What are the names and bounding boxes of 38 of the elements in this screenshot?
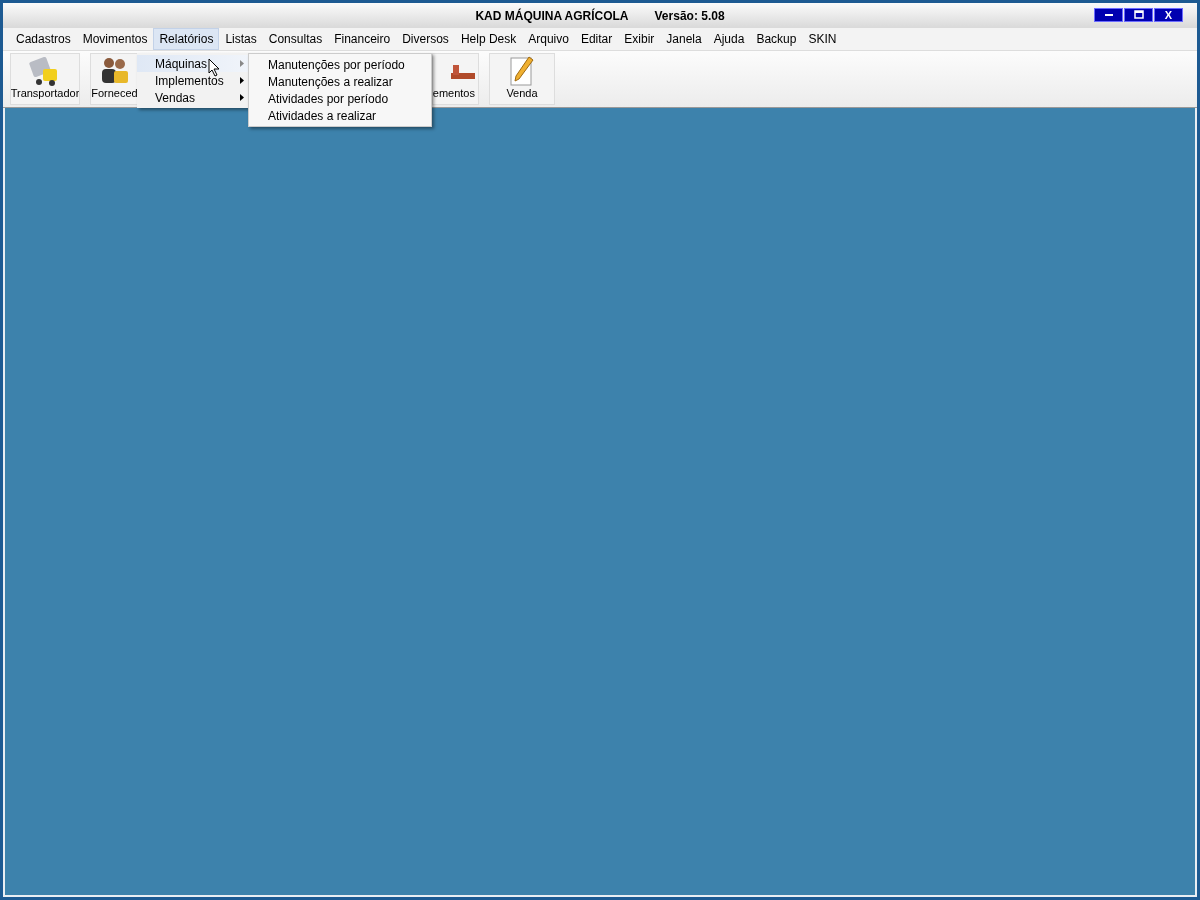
menu-item[interactable]: Relatórios [153, 28, 220, 50]
menu-item[interactable]: Cadastros [10, 28, 77, 50]
menu-item[interactable]: Editar [574, 28, 619, 50]
menu-entry[interactable]: Implementos [137, 72, 248, 89]
menu-item[interactable]: Arquivo [522, 28, 575, 50]
menu-item[interactable]: Financeiro [328, 28, 397, 50]
menu-entry[interactable]: Atividades a realizar [249, 107, 431, 124]
submenu-arrow-icon [240, 94, 244, 101]
menu-entry[interactable]: Manutenções por período [249, 56, 431, 73]
minimize-icon [1104, 14, 1113, 16]
submenu-arrow-icon [240, 60, 244, 67]
toolbar-button[interactable]: Forneced [90, 53, 139, 105]
menu-entry[interactable]: Máquinas [137, 55, 248, 72]
menu-item[interactable]: Help Desk [454, 28, 523, 50]
menu-item[interactable]: SKIN [802, 28, 843, 50]
menu-item[interactable]: Consultas [262, 28, 329, 50]
menu-item[interactable]: Backup [750, 28, 803, 50]
close-button[interactable]: X [1154, 8, 1183, 22]
minimize-button[interactable] [1094, 8, 1123, 22]
menu-entry[interactable]: Atividades por período [249, 90, 431, 107]
menu-item[interactable]: Ajuda [707, 28, 751, 50]
maximize-icon [1133, 10, 1144, 20]
window-title: KAD MÁQUINA AGRÍCOLA [475, 8, 629, 23]
menu-entry[interactable]: Vendas [137, 89, 248, 106]
menu-item[interactable]: Listas [219, 28, 263, 50]
cursor-icon [208, 58, 220, 77]
menu-item[interactable]: Diversos [396, 28, 455, 50]
toolbar-button[interactable]: Venda [489, 53, 555, 105]
submenu-arrow-icon [240, 77, 244, 84]
implement-icon [451, 65, 475, 79]
menu-item[interactable]: Exibir [618, 28, 661, 50]
menu-item[interactable]: Movimentos [76, 28, 154, 50]
menu-entry[interactable]: Manutenções a realizar [249, 73, 431, 90]
maximize-button[interactable] [1124, 8, 1153, 22]
toolbar-button[interactable]: ementos [432, 53, 479, 105]
toolbar-button[interactable]: Transportador [10, 53, 80, 105]
version-label: Versão: 5.08 [654, 8, 725, 23]
menu-item[interactable]: Janela [660, 28, 708, 50]
